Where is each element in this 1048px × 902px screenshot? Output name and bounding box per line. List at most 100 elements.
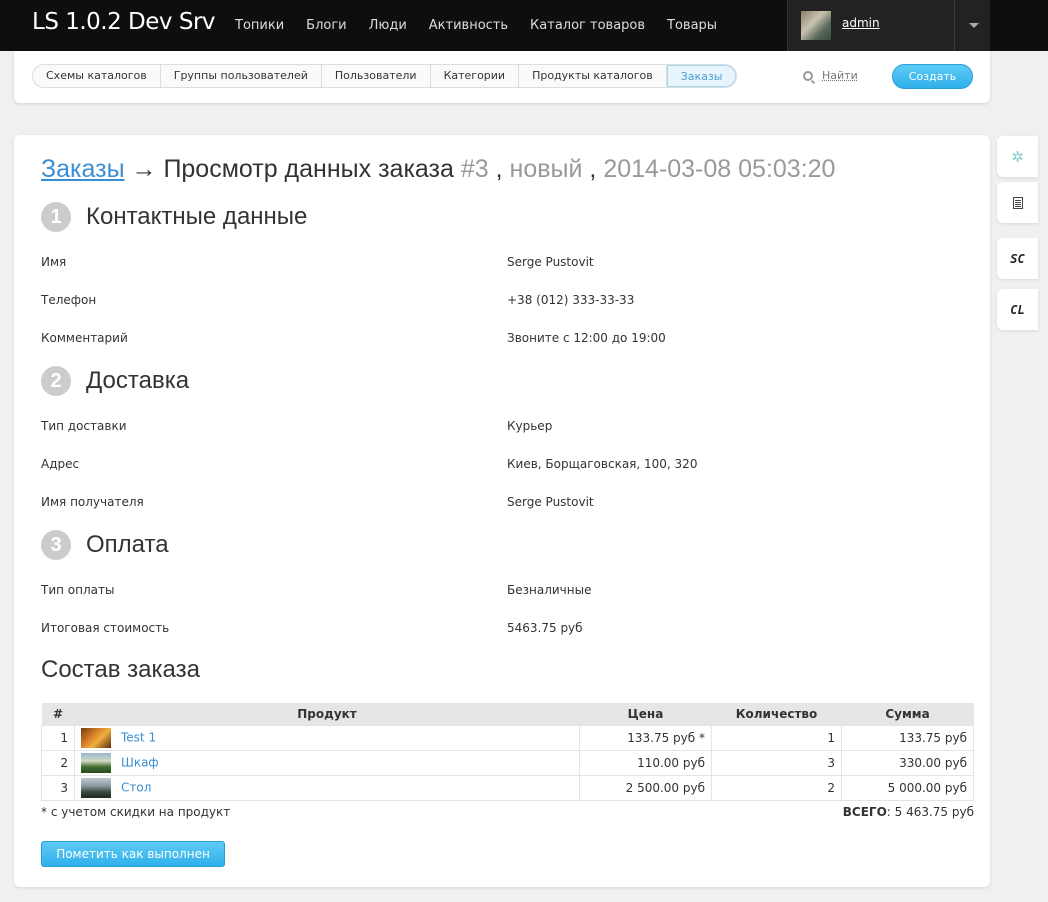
breadcrumb-orders-link[interactable]: Заказы (41, 155, 125, 183)
column-header: Цена (579, 703, 712, 725)
field-value: Звоните с 12:00 до 19:00 (507, 331, 666, 345)
product-thumbnail[interactable] (81, 727, 111, 748)
step-number: 3 (41, 530, 71, 560)
order-items-table: # Продукт Цена Количество Сумма 1 Test 1… (41, 703, 974, 801)
tab-orders[interactable]: Заказы (666, 65, 737, 87)
user-menu-toggle[interactable] (954, 0, 991, 51)
page-title: Заказы → Просмотр данных заказа #3 , нов… (41, 155, 835, 184)
field-label: Итоговая стоимость (41, 621, 170, 635)
tab-categories[interactable]: Категории (431, 65, 520, 87)
section-title: Контактные данные (86, 203, 308, 230)
table-row: 2 Шкаф 110.00 руб 3 330.00 руб (41, 749, 974, 776)
nav-link-products[interactable]: Товары (656, 0, 728, 51)
product-link[interactable]: Test 1 (121, 730, 156, 744)
field-label: Тип доставки (41, 419, 127, 433)
order-status: новый (509, 155, 583, 183)
nav-link-people[interactable]: Люди (358, 0, 418, 51)
item-number: 1 (41, 724, 75, 751)
sc-label: SC (1010, 251, 1025, 266)
order-datetime: 2014-03-08 05:03:20 (603, 155, 836, 183)
main-nav: Топики Блоги Люди Активность Каталог тов… (224, 0, 728, 51)
nav-link-activity[interactable]: Активность (418, 0, 519, 51)
field-label: Тип оплаты (41, 583, 115, 597)
section-delivery-heading: 2 Доставка (41, 366, 189, 396)
section-payment-heading: 3 Оплата (41, 530, 169, 560)
item-quantity: 3 (711, 749, 842, 776)
log-widget[interactable] (997, 182, 1038, 223)
item-number: 3 (41, 774, 75, 801)
discount-footnote: * с учетом скидки на продукт (41, 805, 231, 819)
nav-link-blogs[interactable]: Блоги (295, 0, 357, 51)
chevron-down-icon (969, 23, 979, 28)
field-value: Serge Pustovit (507, 255, 594, 269)
tab-catalog-products[interactable]: Продукты каталогов (519, 65, 667, 87)
field-row: Телефон +38 (012) 333-33-33 (41, 293, 961, 311)
column-header: Сумма (841, 703, 974, 725)
product-link[interactable]: Шкаф (121, 755, 159, 769)
table-row: 1 Test 1 133.75 руб * 1 133.75 руб (41, 724, 974, 751)
tab-catalog-schemes[interactable]: Схемы каталогов (33, 65, 161, 87)
field-value: Курьер (507, 419, 553, 433)
title-separator: , (488, 155, 510, 183)
find-label: Найти (822, 69, 858, 82)
item-product: Стол (74, 774, 580, 801)
product-thumbnail[interactable] (81, 777, 111, 798)
field-label: Телефон (41, 293, 97, 307)
total-value: : 5 463.75 руб (886, 805, 974, 819)
item-quantity: 2 (711, 774, 842, 801)
cl-widget[interactable]: CL (997, 289, 1038, 330)
mark-done-button[interactable]: Пометить как выполнен (41, 841, 225, 867)
field-label: Адрес (41, 457, 80, 471)
item-product: Шкаф (74, 749, 580, 776)
section-title: Доставка (86, 367, 190, 394)
field-row: Тип оплаты Безналичные (41, 583, 961, 601)
gear-icon: ✲ (1011, 147, 1024, 166)
nav-link-topics[interactable]: Топики (224, 0, 295, 51)
field-value: +38 (012) 333-33-33 (507, 293, 635, 307)
item-quantity: 1 (711, 724, 842, 751)
field-row: Тип доставки Курьер (41, 419, 961, 437)
product-thumbnail[interactable] (81, 752, 111, 773)
order-panel: Заказы → Просмотр данных заказа #3 , нов… (14, 135, 990, 887)
field-row: Имя получателя Serge Pustovit (41, 495, 961, 513)
field-row: Имя Serge Pustovit (41, 255, 961, 273)
table-header-row: # Продукт Цена Количество Сумма (41, 703, 974, 725)
product-link[interactable]: Стол (121, 780, 151, 794)
username-link[interactable]: admin (842, 16, 880, 30)
item-sum: 133.75 руб (841, 724, 974, 751)
field-label: Комментарий (41, 331, 128, 345)
field-label: Имя получателя (41, 495, 144, 509)
field-value: Безналичные (507, 583, 592, 597)
site-brand[interactable]: LS 1.0.2 Dev Srv (32, 9, 216, 35)
nav-link-catalog[interactable]: Каталог товаров (519, 0, 656, 51)
avatar[interactable] (801, 11, 831, 40)
field-value: 5463.75 руб (507, 621, 583, 635)
field-value: Киев, Борщаговская, 100, 320 (507, 457, 698, 471)
find-link[interactable]: Найти (803, 69, 858, 82)
item-price: 2 500.00 руб (579, 774, 712, 801)
admin-tabs: Схемы каталогов Группы пользователей Пол… (32, 64, 738, 88)
field-row: Адрес Киев, Борщаговская, 100, 320 (41, 457, 961, 475)
field-row: Комментарий Звоните с 12:00 до 19:00 (41, 331, 961, 349)
order-total: ВСЕГО: 5 463.75 руб (843, 805, 974, 819)
settings-widget[interactable]: ✲ (997, 136, 1038, 177)
order-items-heading: Состав заказа (41, 656, 200, 683)
field-value: Serge Pustovit (507, 495, 594, 509)
search-icon (803, 70, 813, 81)
item-price: 110.00 руб (579, 749, 712, 776)
sc-widget[interactable]: SC (997, 238, 1038, 279)
document-icon (1012, 196, 1023, 209)
field-row: Итоговая стоимость 5463.75 руб (41, 621, 961, 639)
column-header: Продукт (74, 703, 580, 725)
section-title: Оплата (86, 531, 169, 558)
column-header: # (41, 703, 75, 725)
title-text: → Просмотр данных заказа (124, 155, 461, 183)
table-row: 3 Стол 2 500.00 руб 2 5 000.00 руб (41, 774, 974, 801)
item-sum: 5 000.00 руб (841, 774, 974, 801)
item-product: Test 1 (74, 724, 580, 751)
item-number: 2 (41, 749, 75, 776)
total-label: ВСЕГО (842, 805, 887, 819)
tab-user-groups[interactable]: Группы пользователей (161, 65, 322, 87)
create-button[interactable]: Создать (892, 64, 973, 89)
tab-users[interactable]: Пользователи (322, 65, 431, 87)
